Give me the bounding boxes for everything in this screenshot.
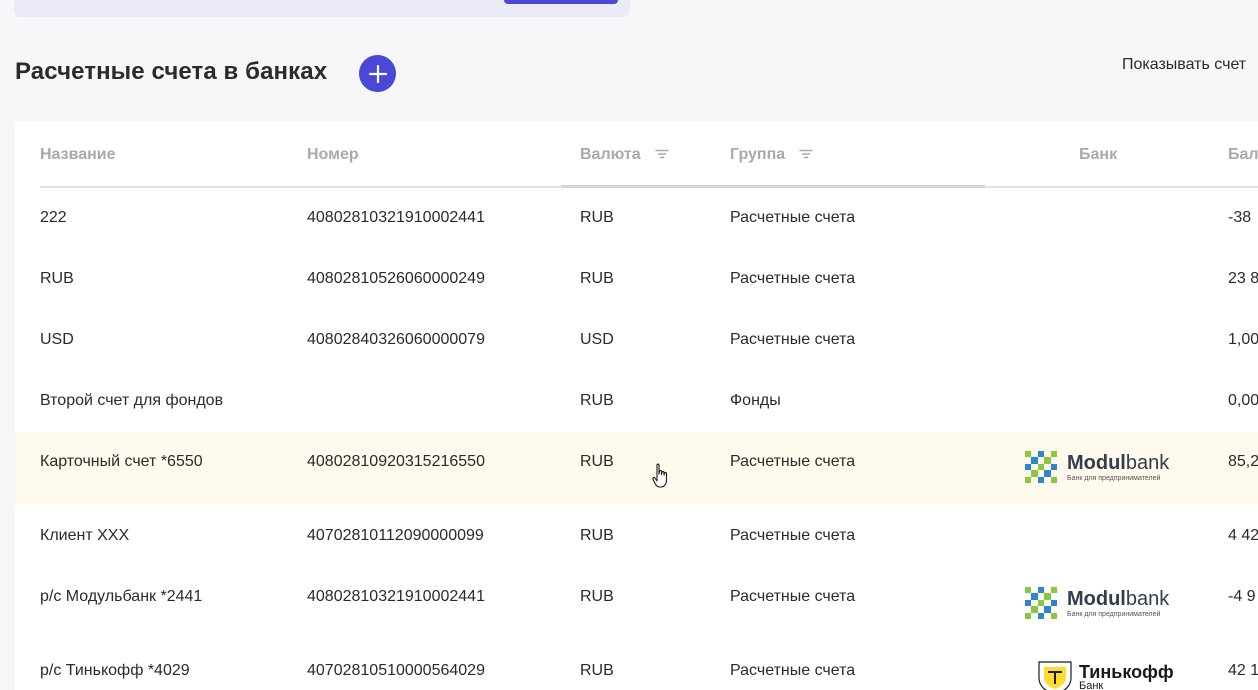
cell-name: 222 [40, 209, 67, 226]
tinkoff-shield-icon [1038, 661, 1072, 690]
cell-name: RUB [40, 270, 74, 287]
filter-icon[interactable] [654, 146, 669, 164]
column-header-balance[interactable]: Бал [1228, 146, 1258, 164]
cell-name: Второй счет для фондов [40, 392, 224, 409]
cell-name: р/с Тинькофф *4029 [40, 662, 190, 679]
cell-balance: 23 8 [1228, 270, 1258, 287]
cell-number: 40802810321910002441 [307, 588, 485, 605]
cell-group: Расчетные счета [730, 527, 856, 544]
top-panel-button[interactable] [504, 0, 618, 4]
plus-icon [368, 64, 387, 83]
cell-currency: USD [580, 331, 614, 348]
cell-balance: -4 9 [1228, 588, 1256, 605]
cell-currency: RUB [580, 527, 614, 544]
column-header-bank[interactable]: Банк [1079, 146, 1117, 164]
cell-group: Расчетные счета [730, 270, 856, 287]
cell-number: 40702810112090000099 [307, 527, 484, 544]
cell-group: Фонды [730, 392, 781, 409]
cell-currency: RUB [580, 270, 614, 287]
tinkoff-logo: Тинькофф Банк [1037, 660, 1174, 690]
column-header-currency[interactable]: Валюта [580, 146, 669, 164]
cell-group: Расчетные счета [730, 331, 856, 348]
column-header-group[interactable]: Группа [730, 146, 813, 164]
top-panel [14, 0, 630, 17]
cell-balance: 1,00 [1228, 331, 1258, 348]
column-header-number[interactable]: Номер [307, 146, 359, 164]
cell-number: 40802810321910002441 [307, 209, 485, 226]
table-row[interactable]: р/с Тинькофф *4029 40702810510000564029 … [15, 638, 1258, 690]
column-header-name[interactable]: Название [40, 146, 116, 164]
cell-name: Карточный счет *6550 [40, 453, 203, 470]
cell-group: Расчетные счета [730, 453, 856, 470]
table-row[interactable]: 222 40802810321910002441 RUB Расчетные с… [15, 188, 1258, 249]
cell-currency: RUB [580, 392, 614, 409]
table-row[interactable]: USD 40802840326060000079 USD Расчетные с… [15, 310, 1258, 371]
cell-group: Расчетные счета [730, 662, 856, 679]
cell-number: 40802810526060000249 [307, 270, 485, 287]
modulbank-pixel-icon [1025, 587, 1057, 619]
cell-balance: 85,2 [1228, 453, 1258, 470]
cell-number: 40702810510000564029 [307, 662, 485, 679]
cell-number: 40802840326060000079 [307, 331, 485, 348]
add-account-button[interactable] [359, 55, 396, 92]
cell-currency: RUB [580, 209, 614, 226]
show-accounts-toggle-label[interactable]: Показывать счет [1122, 56, 1246, 74]
cell-balance: 42 1 [1228, 662, 1258, 679]
cell-name: USD [40, 331, 74, 348]
cell-currency: RUB [580, 662, 614, 679]
cell-balance: -38 [1228, 209, 1252, 226]
modulbank-logo: Modulbank Банк для предпринимателей [1025, 587, 1169, 619]
cell-group: Расчетные счета [730, 588, 856, 605]
cell-name: р/с Модульбанк *2441 [40, 588, 203, 605]
table-row-hovered[interactable]: Карточный счет *6550 4080281092031521655… [15, 432, 1258, 505]
cell-balance: 0,00 [1228, 392, 1258, 409]
cell-balance: 4 42 [1228, 527, 1258, 544]
accounts-table: Название Номер Валюта Группа Банк Бал 22… [15, 121, 1258, 690]
page-title: Расчетные счета в банках [15, 58, 328, 85]
cell-group: Расчетные счета [730, 209, 856, 226]
cell-currency: RUB [580, 453, 614, 470]
modulbank-logo: Modulbank Банк для предпринимателей [1025, 451, 1169, 483]
cell-name: Клиент ХХХ [40, 527, 130, 544]
table-row[interactable]: Клиент ХХХ 40702810112090000099 RUB Расч… [15, 505, 1258, 566]
filter-icon[interactable] [799, 146, 813, 164]
table-row[interactable]: р/с Модульбанк *2441 4080281032191000244… [15, 566, 1258, 638]
table-row[interactable]: RUB 40802810526060000249 RUB Расчетные с… [15, 249, 1258, 310]
cell-number: 40802810920315216550 [307, 453, 485, 470]
cell-currency: RUB [580, 588, 614, 605]
table-row[interactable]: Второй счет для фондов RUB Фонды 0,00 [15, 371, 1258, 432]
table-header: Название Номер Валюта Группа Банк Бал [15, 121, 1258, 188]
modulbank-pixel-icon [1025, 451, 1057, 483]
hand-pointer-cursor-icon [652, 463, 668, 488]
